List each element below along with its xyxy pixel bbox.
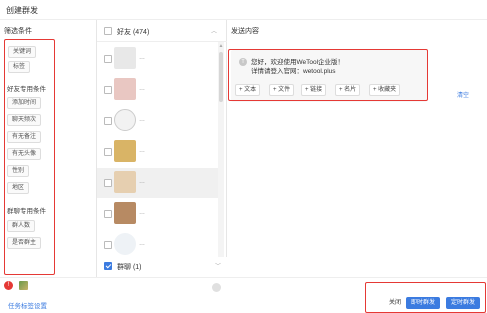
bottom-bar: ! 任务标签设置 关闭 即时群发 定时群发 bbox=[0, 277, 487, 313]
contact-row[interactable]: … bbox=[97, 137, 218, 167]
select-all-groups-checkbox[interactable] bbox=[104, 262, 112, 270]
filter-chip-general-0[interactable]: 关键词 bbox=[8, 46, 37, 58]
contact-checkbox[interactable] bbox=[104, 148, 112, 156]
filter-header: 筛选条件 bbox=[4, 28, 32, 35]
filter-chip-friend-2[interactable]: 有无备注 bbox=[7, 131, 42, 143]
contact-name: … bbox=[139, 179, 145, 185]
friend-section-label: 好友专用条件 bbox=[7, 86, 46, 93]
content-header: 发送内容 bbox=[231, 28, 259, 35]
filter-chip-group-1[interactable]: 是否群主 bbox=[7, 237, 42, 249]
scroll-thumb[interactable] bbox=[219, 52, 223, 102]
list-status-icon bbox=[212, 283, 221, 292]
avatar bbox=[114, 140, 136, 162]
filter-chip-group-0[interactable]: 群人数 bbox=[7, 220, 36, 232]
contact-checkbox[interactable] bbox=[104, 179, 112, 187]
groups-header-label: 群聊 (1) bbox=[117, 264, 142, 271]
contact-row[interactable]: … bbox=[97, 230, 218, 260]
content-highlight-box bbox=[228, 49, 428, 101]
filter-chip-friend-5[interactable]: 地区 bbox=[7, 182, 30, 194]
filter-chip-friend-4[interactable]: 性别 bbox=[7, 165, 30, 177]
contact-checkbox[interactable] bbox=[104, 55, 112, 63]
contact-row[interactable]: … bbox=[97, 44, 218, 74]
window-titlebar: 创建群发 bbox=[0, 0, 487, 20]
filter-chip-friend-0[interactable]: 添加时间 bbox=[7, 97, 42, 109]
groups-header: 群聊 (1) ﹀ bbox=[97, 257, 227, 277]
expand-groups-icon[interactable]: ﹀ bbox=[215, 261, 221, 270]
avatar bbox=[114, 47, 136, 69]
select-all-friends-checkbox[interactable] bbox=[104, 27, 112, 35]
contact-row[interactable]: … bbox=[97, 199, 218, 229]
contact-name: … bbox=[139, 86, 145, 92]
filter-pane: 筛选条件 关键词标签好友专用条件添加时间聊天频次有无备注有无头像性别地区群聊专用… bbox=[0, 20, 97, 277]
contact-name: … bbox=[139, 241, 145, 247]
avatar bbox=[114, 171, 136, 193]
contact-checkbox[interactable] bbox=[104, 117, 112, 125]
contact-list-scrollbar[interactable]: ▲ bbox=[218, 42, 224, 264]
collapse-friends-icon[interactable]: ︿ bbox=[211, 26, 217, 35]
clear-content-link[interactable]: 清空 bbox=[457, 90, 469, 99]
window-title: 创建群发 bbox=[6, 6, 38, 15]
contact-list-pane: 好友 (474) ︿ … … … … … … … ▲ bbox=[97, 20, 227, 277]
friends-header: 好友 (474) ︿ bbox=[97, 20, 227, 42]
contact-name: … bbox=[139, 55, 145, 61]
contact-row[interactable]: … bbox=[97, 75, 218, 105]
avatar bbox=[114, 233, 136, 255]
friends-header-label: 好友 (474) bbox=[117, 29, 150, 36]
image-thumbnail-icon[interactable] bbox=[19, 281, 28, 290]
avatar bbox=[114, 78, 136, 100]
contact-name: … bbox=[139, 117, 145, 123]
filter-chip-friend-3[interactable]: 有无头像 bbox=[7, 148, 42, 160]
contact-row[interactable]: … bbox=[97, 106, 218, 136]
task-label-settings-link[interactable]: 任务标签设置 bbox=[8, 300, 47, 310]
contact-name: … bbox=[139, 148, 145, 154]
contact-row[interactable]: … bbox=[97, 168, 218, 198]
filter-chip-friend-1[interactable]: 聊天频次 bbox=[7, 114, 42, 126]
content-pane: 发送内容 T 您好，欢迎使用WeTool企业版！ 详情请登入官网：wetool.… bbox=[227, 20, 487, 277]
contact-checkbox[interactable] bbox=[104, 210, 112, 218]
contact-checkbox[interactable] bbox=[104, 86, 112, 94]
action-highlight-box bbox=[365, 282, 486, 313]
contact-name: … bbox=[139, 210, 145, 216]
scroll-up-icon[interactable]: ▲ bbox=[218, 42, 224, 50]
contact-checkbox[interactable] bbox=[104, 241, 112, 249]
alert-badge[interactable]: ! bbox=[4, 281, 13, 290]
avatar bbox=[114, 109, 136, 131]
avatar bbox=[114, 202, 136, 224]
group-section-label: 群聊专用条件 bbox=[7, 208, 46, 215]
filter-chip-general-1[interactable]: 标签 bbox=[8, 61, 31, 73]
